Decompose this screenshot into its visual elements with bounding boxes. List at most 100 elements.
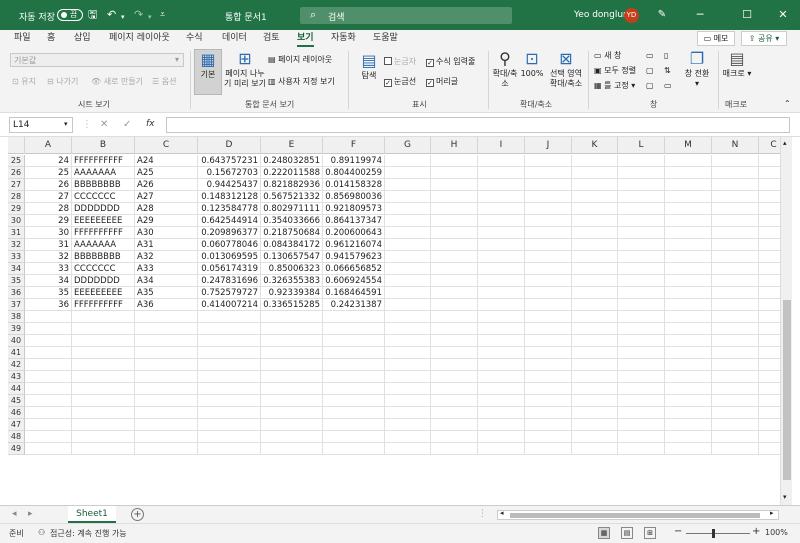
grid-cell[interactable]: 0.066656852 (323, 263, 385, 275)
grid-cell[interactable] (385, 431, 431, 443)
grid-cell[interactable] (431, 323, 478, 335)
grid-cell[interactable] (72, 383, 135, 395)
grid-cell[interactable]: 0.148312128 (198, 191, 261, 203)
grid-cell[interactable] (261, 359, 323, 371)
formula-bar-checkbox[interactable]: ✓ 수식 입력줄 (426, 57, 475, 67)
grid-cell[interactable] (618, 167, 665, 179)
grid-cell[interactable] (618, 359, 665, 371)
tab-home[interactable]: 홈 (47, 32, 55, 45)
grid-cell[interactable]: 35 (25, 287, 72, 299)
macros-button[interactable]: ▤ 매크로 ▾ (722, 49, 752, 95)
grid-cell[interactable]: 0.056174319 (198, 263, 261, 275)
grid-cell[interactable] (525, 383, 572, 395)
grid-cell[interactable] (198, 371, 261, 383)
grid-cell[interactable] (431, 431, 478, 443)
row-header[interactable]: 47 (8, 419, 25, 431)
headings-checkbox[interactable]: ✓ 머리글 (426, 77, 458, 87)
grid-cell[interactable] (712, 191, 759, 203)
grid-cell[interactable] (323, 407, 385, 419)
row-header[interactable]: 44 (8, 383, 25, 395)
grid-cell[interactable] (385, 443, 431, 455)
grid-cell[interactable] (712, 383, 759, 395)
grid-cell[interactable]: BBBBBBBB (72, 251, 135, 263)
grid-cell[interactable]: 0.168464591 (323, 287, 385, 299)
grid-cell[interactable]: FFFFFFFFFF (72, 227, 135, 239)
grid-cell[interactable] (759, 407, 780, 419)
grid-cell[interactable]: 26 (25, 179, 72, 191)
grid-cell[interactable] (712, 203, 759, 215)
column-header[interactable]: I (478, 137, 525, 154)
grid-cell[interactable] (618, 383, 665, 395)
scroll-left-icon[interactable]: ◂ (500, 509, 504, 517)
grid-cell[interactable] (323, 419, 385, 431)
grid-cell[interactable] (665, 431, 712, 443)
grid-cell[interactable]: 0.856980036 (323, 191, 385, 203)
grid-cell[interactable] (431, 167, 478, 179)
grid-cell[interactable] (72, 347, 135, 359)
grid-cell[interactable] (618, 287, 665, 299)
grid-cell[interactable] (198, 335, 261, 347)
grid-cell[interactable] (72, 419, 135, 431)
grid-cell[interactable] (478, 371, 525, 383)
column-header[interactable]: A (25, 137, 72, 154)
grid-cell[interactable] (431, 287, 478, 299)
grid-cell[interactable] (478, 419, 525, 431)
scroll-right-icon[interactable]: ▸ (770, 509, 774, 517)
grid-cell[interactable] (618, 179, 665, 191)
grid-cell[interactable] (385, 407, 431, 419)
grid-cell[interactable] (198, 323, 261, 335)
grid-cell[interactable] (431, 383, 478, 395)
grid-cell[interactable] (478, 239, 525, 251)
row-header[interactable]: 32 (8, 239, 25, 251)
exit-button[interactable]: ⊟ 나가기 (47, 77, 78, 87)
grid-cell[interactable] (478, 407, 525, 419)
grid-cell[interactable] (525, 179, 572, 191)
grid-cell[interactable] (478, 395, 525, 407)
zoom-button[interactable]: ⚲ 확대/축소 (492, 49, 518, 95)
column-header[interactable]: M (665, 137, 712, 154)
grid-cell[interactable] (385, 419, 431, 431)
sync-scroll-button[interactable]: ⇅ (664, 66, 671, 76)
tab-review[interactable]: 검토 (263, 32, 280, 45)
tab-page-layout[interactable]: 페이지 레이아웃 (109, 32, 170, 45)
search-box[interactable]: ⌕ 검색 (300, 7, 512, 24)
grid-cell[interactable] (759, 371, 780, 383)
grid-cell[interactable]: 0.336515285 (261, 299, 323, 311)
grid-cell[interactable] (478, 431, 525, 443)
grid-cell[interactable]: 28 (25, 203, 72, 215)
grid-cell[interactable]: FFFFFFFFFF (72, 155, 135, 167)
grid-cell[interactable] (712, 443, 759, 455)
navigation-button[interactable]: ▤ 탐색 (356, 51, 382, 95)
grid-cell[interactable] (525, 227, 572, 239)
grid-cell[interactable] (525, 335, 572, 347)
grid-cell[interactable] (385, 359, 431, 371)
column-header[interactable]: G (385, 137, 431, 154)
grid-cell[interactable] (478, 347, 525, 359)
grid-cell[interactable] (712, 395, 759, 407)
grid-cell[interactable] (572, 347, 618, 359)
grid-cell[interactable]: A30 (135, 227, 198, 239)
grid-cell[interactable] (572, 323, 618, 335)
grid-cell[interactable] (618, 407, 665, 419)
grid-cell[interactable] (135, 371, 198, 383)
grid-cell[interactable] (198, 347, 261, 359)
row-header[interactable]: 43 (8, 371, 25, 383)
grid-cell[interactable] (572, 263, 618, 275)
grid-cell[interactable] (25, 407, 72, 419)
grid-cell[interactable]: A33 (135, 263, 198, 275)
grid-cell[interactable] (478, 335, 525, 347)
row-header[interactable]: 36 (8, 287, 25, 299)
grid-cell[interactable] (712, 155, 759, 167)
tab-help[interactable]: 도움말 (373, 32, 398, 45)
grid-cell[interactable] (431, 407, 478, 419)
tab-data[interactable]: 데이터 (222, 32, 247, 45)
grid-cell[interactable]: EEEEEEEEE (72, 287, 135, 299)
grid-cell[interactable] (72, 359, 135, 371)
grid-cell[interactable] (478, 215, 525, 227)
grid-cell[interactable] (665, 179, 712, 191)
grid-cell[interactable] (431, 155, 478, 167)
grid-cell[interactable] (618, 335, 665, 347)
grid-cell[interactable] (261, 323, 323, 335)
grid-cell[interactable] (431, 347, 478, 359)
grid-cell[interactable] (525, 287, 572, 299)
